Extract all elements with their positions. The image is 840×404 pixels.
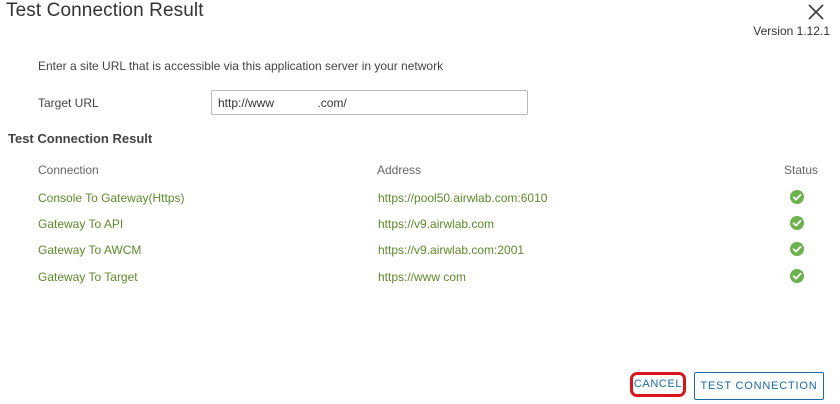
result-row: Gateway To Target https://www com <box>0 264 840 290</box>
connection-name: Gateway To Target <box>38 270 138 284</box>
result-row: Gateway To AWCM https://v9.airwlab.com:2… <box>0 237 840 263</box>
target-url-label: Target URL <box>38 96 99 110</box>
connection-address: https://v9.airwlab.com <box>378 217 495 231</box>
version-text: Version 1.12.1 <box>753 24 830 38</box>
connection-address: https://v9.airwlab.com:2001 <box>378 243 525 257</box>
instruction-text: Enter a site URL that is accessible via … <box>38 59 444 73</box>
column-header-connection: Connection <box>38 163 99 177</box>
connection-name: Gateway To API <box>38 217 124 231</box>
result-row: Console To Gateway(Https) https://pool50… <box>0 185 840 211</box>
result-row: Gateway To API https://v9.airwlab.com <box>0 211 840 237</box>
close-icon[interactable] <box>806 2 826 22</box>
results-heading: Test Connection Result <box>8 131 153 146</box>
column-header-address: Address <box>377 163 422 177</box>
connection-name: Gateway To AWCM <box>38 243 142 257</box>
dialog-title: Test Connection Result <box>6 0 204 21</box>
success-check-icon <box>790 269 804 283</box>
test-connection-button[interactable]: TEST CONNECTION <box>694 372 824 400</box>
connection-name: Console To Gateway(Https) <box>38 191 185 205</box>
success-check-icon <box>790 216 804 230</box>
target-url-input[interactable] <box>211 90 528 115</box>
success-check-icon <box>790 190 804 204</box>
column-header-status: Status <box>784 163 819 177</box>
success-check-icon <box>790 242 804 256</box>
cancel-button[interactable]: CANCEL <box>633 375 683 394</box>
connection-address: https://pool50.airwlab.com:6010 <box>378 191 548 205</box>
connection-address: https://www com <box>378 270 467 284</box>
